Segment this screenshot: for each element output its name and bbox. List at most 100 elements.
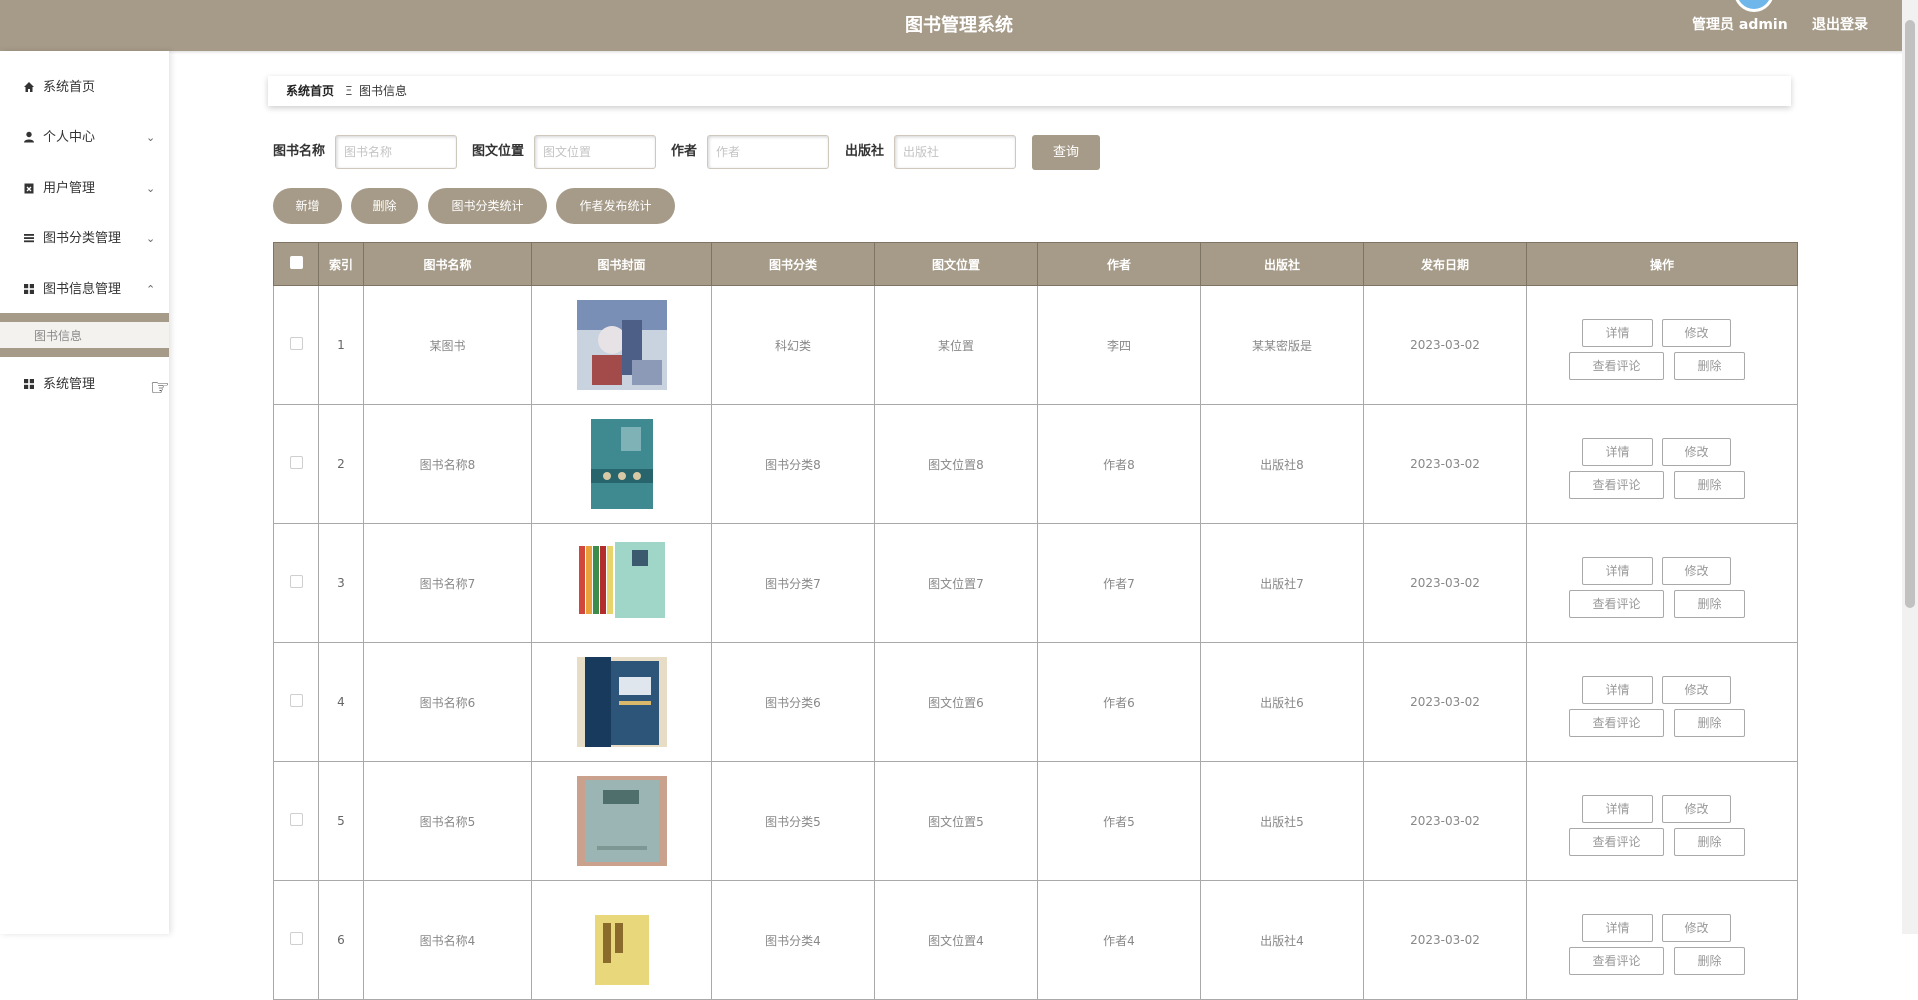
breadcrumb-home[interactable]: 系统首页 [286, 76, 334, 106]
book-name-input[interactable] [335, 135, 457, 169]
detail-button[interactable]: 详情 [1582, 438, 1653, 466]
app-title: 图书管理系统 [905, 15, 1013, 36]
chevron-down-icon: ⌄ [146, 232, 156, 245]
detail-button[interactable]: 详情 [1582, 914, 1653, 942]
grid-icon [22, 365, 36, 405]
sidebar-subitem-book-info[interactable]: 图书信息 [0, 322, 169, 350]
sidebar-item-home[interactable]: 系统首页 [0, 68, 169, 108]
author-cell: 作者6 [1037, 642, 1201, 762]
index-cell: 5 [318, 761, 364, 881]
sidebar-item-category-management[interactable]: 图书分类管理 ⌄ [0, 219, 169, 259]
location-cell: 图文位置8 [874, 404, 1038, 524]
author-label: 作者 [671, 144, 698, 159]
delete-button[interactable]: 删除 [351, 188, 418, 224]
row-checkbox[interactable] [289, 337, 303, 350]
author-input[interactable] [707, 135, 829, 169]
edit-button[interactable]: 修改 [1662, 914, 1731, 942]
view-comments-button[interactable]: 查看评论 [1569, 947, 1664, 975]
add-button[interactable]: 新增 [273, 188, 342, 224]
book-name-cell: 图书名称8 [363, 404, 532, 524]
author-cell: 作者5 [1037, 761, 1201, 881]
publisher-label: 出版社 [845, 144, 885, 159]
grid-icon [22, 270, 36, 310]
operations-cell: 详情 修改查看评论 删除 [1526, 523, 1798, 643]
operations-cell: 详情 修改查看评论 删除 [1526, 285, 1798, 405]
detail-button[interactable]: 详情 [1582, 676, 1653, 704]
location-cell: 某位置 [874, 285, 1038, 405]
publisher-cell: 出版社6 [1200, 642, 1364, 762]
row-select-cell[interactable] [273, 285, 319, 405]
index-cell: 6 [318, 880, 364, 1000]
table-row: 6 图书名称4 图书分类4 图文位置4 作者4 出版社4 2023-03-02 详情 修改 查看评… [273, 880, 1798, 1000]
sidebar-item-system-management[interactable]: 系统管理 [0, 365, 169, 405]
sidebar-item-label: 个人中心 [43, 130, 96, 145]
index-cell: 4 [318, 642, 364, 762]
logout-link[interactable]: 退出登录 [1812, 0, 1868, 51]
edit-button[interactable]: 修改 [1662, 557, 1731, 585]
select-all-checkbox[interactable] [289, 256, 303, 269]
row-checkbox[interactable] [289, 694, 303, 707]
row-select-cell[interactable] [273, 761, 319, 881]
edit-button[interactable]: 修改 [1662, 795, 1731, 823]
book-cover-cell [531, 404, 712, 524]
row-checkbox[interactable] [289, 575, 303, 588]
sidebar-item-personal-center[interactable]: 个人中心 ⌄ [0, 118, 169, 158]
row-delete-button[interactable]: 删除 [1674, 947, 1745, 975]
sidebar-item-user-management[interactable]: 用户管理 ⌄ [0, 169, 169, 209]
row-delete-button[interactable]: 删除 [1674, 352, 1745, 380]
row-delete-button[interactable]: 删除 [1674, 471, 1745, 499]
publisher-input[interactable] [894, 135, 1016, 169]
publisher-cell: 出版社8 [1200, 404, 1364, 524]
row-select-cell[interactable] [273, 404, 319, 524]
scrollbar-thumb[interactable] [1905, 20, 1915, 608]
column-header: 操作 [1526, 242, 1798, 286]
view-comments-button[interactable]: 查看评论 [1569, 471, 1664, 499]
detail-button[interactable]: 详情 [1582, 557, 1653, 585]
sidebar-subitem-label: 图书信息 [34, 329, 83, 343]
edit-button[interactable]: 修改 [1662, 319, 1731, 347]
author-stats-button[interactable]: 作者发布统计 [556, 188, 675, 224]
book-cover-image [576, 300, 667, 390]
operations-cell: 详情 修改查看评论 删除 [1526, 404, 1798, 524]
sidebar-item-label: 图书分类管理 [43, 231, 122, 246]
row-checkbox[interactable] [289, 456, 303, 469]
sidebar-item-book-info-management[interactable]: 图书信息管理 ⌃ [0, 270, 169, 310]
detail-button[interactable]: 详情 [1582, 319, 1653, 347]
date-cell: 2023-03-02 [1363, 404, 1527, 524]
index-cell: 3 [318, 523, 364, 643]
category-stats-button[interactable]: 图书分类统计 [428, 188, 547, 224]
date-cell: 2023-03-02 [1363, 761, 1527, 881]
location-cell: 图文位置5 [874, 761, 1038, 881]
date-cell: 2023-03-02 [1363, 642, 1527, 762]
row-select-cell[interactable] [273, 880, 319, 1000]
view-comments-button[interactable]: 查看评论 [1569, 352, 1664, 380]
date-cell: 2023-03-02 [1363, 523, 1527, 643]
view-comments-button[interactable]: 查看评论 [1569, 709, 1664, 737]
query-button[interactable]: 查询 [1032, 135, 1100, 170]
breadcrumb: 系统首页 Ξ 图书信息 [268, 76, 1791, 106]
select-all-cell[interactable] [273, 242, 319, 286]
view-comments-button[interactable]: 查看评论 [1569, 828, 1664, 856]
submenu-divider [0, 313, 169, 322]
category-cell: 图书分类6 [711, 642, 875, 762]
row-delete-button[interactable]: 删除 [1674, 828, 1745, 856]
book-name-cell: 图书名称7 [363, 523, 532, 643]
sidebar: 系统首页 个人中心 ⌄ 用户管理 ⌄ 图书分类管理 ⌄ 图书信息管理 ⌃ 图书信… [0, 51, 169, 934]
location-input[interactable] [534, 135, 656, 169]
row-delete-button[interactable]: 删除 [1674, 590, 1745, 618]
edit-button[interactable]: 修改 [1662, 438, 1731, 466]
row-select-cell[interactable] [273, 642, 319, 762]
table-row: 5 图书名称5 图书分类5 图文位置5 作者5 出版社5 2023-03-02 详情 修改 查看评… [273, 761, 1798, 881]
chevron-down-icon: ⌄ [146, 131, 156, 144]
book-table: 索引 图书名称 图书封面 图书分类 图文位置 作者 出版社 发布日期 操作 1某… [273, 242, 1798, 1000]
edit-button[interactable]: 修改 [1662, 676, 1731, 704]
row-delete-button[interactable]: 删除 [1674, 709, 1745, 737]
detail-button[interactable]: 详情 [1582, 795, 1653, 823]
row-checkbox[interactable] [289, 813, 303, 826]
book-cover-image [576, 538, 667, 628]
author-cell: 作者7 [1037, 523, 1201, 643]
date-cell: 2023-03-02 [1363, 880, 1527, 1000]
view-comments-button[interactable]: 查看评论 [1569, 590, 1664, 618]
row-select-cell[interactable] [273, 523, 319, 643]
publisher-cell: 出版社7 [1200, 523, 1364, 643]
